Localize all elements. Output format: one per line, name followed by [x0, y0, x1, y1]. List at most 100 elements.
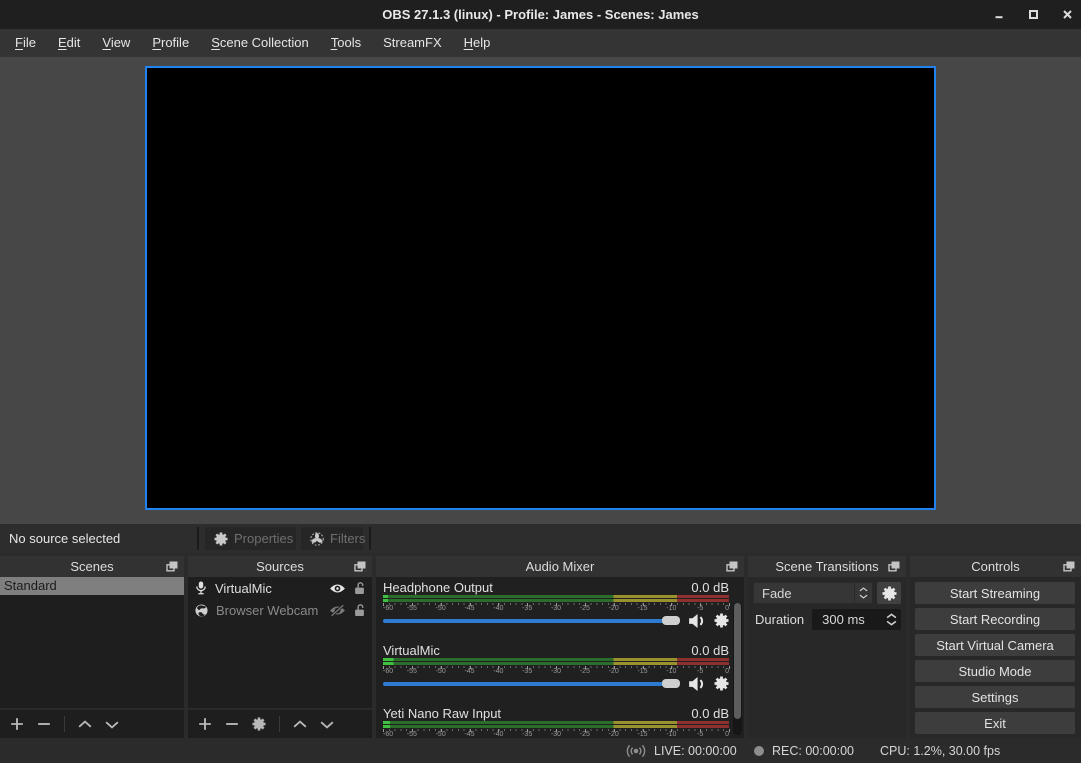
popout-icon[interactable]: [354, 561, 366, 572]
add-source-button[interactable]: [198, 717, 212, 731]
scene-down-button[interactable]: [105, 720, 119, 729]
meter-tick-label: -50: [436, 731, 446, 738]
start-virtual-camera-button[interactable]: Start Virtual Camera: [915, 634, 1075, 656]
meter-tick-label: -10: [666, 731, 676, 738]
live-time: LIVE: 00:00:00: [654, 744, 737, 758]
meter-tick-label: -5: [697, 605, 703, 612]
filters-button[interactable]: Filters: [301, 527, 363, 550]
minimize-button[interactable]: [993, 9, 1005, 21]
volume-slider[interactable]: [383, 616, 680, 625]
transition-select[interactable]: Fade: [753, 582, 873, 604]
filters-icon: [310, 532, 324, 546]
popout-icon[interactable]: [1063, 561, 1075, 572]
visibility-eye-slash-icon[interactable]: [329, 604, 346, 617]
menu-profile[interactable]: Profile: [141, 29, 200, 57]
channel-gear-icon[interactable]: [714, 676, 729, 691]
duration-label: Duration: [753, 612, 808, 627]
meter-tick: [729, 729, 730, 732]
unlock-icon[interactable]: [354, 604, 365, 617]
menu-scene-collection[interactable]: Scene Collection: [200, 29, 320, 57]
scenes-title: Scenes: [70, 559, 113, 574]
scrollbar-thumb[interactable]: [734, 603, 741, 719]
duration-spinbox[interactable]: 300 ms: [812, 609, 901, 630]
properties-button[interactable]: Properties: [205, 527, 296, 550]
source-up-button[interactable]: [293, 720, 307, 729]
menu-tools[interactable]: Tools: [320, 29, 372, 57]
spinbox-arrows-icon[interactable]: [883, 613, 901, 626]
meter-tick-label: -60: [383, 731, 393, 738]
exit-button[interactable]: Exit: [915, 712, 1075, 734]
channel-name: Headphone Output: [383, 580, 493, 595]
meter-tick-label: -30: [551, 731, 561, 738]
source-down-button[interactable]: [320, 720, 334, 729]
combo-spinner-icon[interactable]: [854, 583, 872, 603]
meter-tick-label: -15: [637, 731, 647, 738]
transition-properties-button[interactable]: [877, 582, 901, 604]
channel-name: Yeti Nano Raw Input: [383, 706, 501, 721]
channel-gear-icon[interactable]: [714, 613, 729, 628]
volume-slider-handle[interactable]: [662, 679, 680, 688]
studio-mode-button[interactable]: Studio Mode: [915, 660, 1075, 682]
sources-dock: Sources VirtualMic: [188, 556, 372, 738]
remove-scene-button[interactable]: [37, 717, 51, 731]
volume-slider-handle[interactable]: [662, 616, 680, 625]
scene-item-standard[interactable]: Standard: [0, 577, 184, 595]
source-row-browser-webcam[interactable]: Browser Webcam: [188, 599, 372, 621]
remove-source-button[interactable]: [225, 717, 239, 731]
menu-help[interactable]: Help: [453, 29, 502, 57]
sources-dock-header[interactable]: Sources: [188, 556, 372, 577]
meter-tick-label: -60: [383, 668, 393, 675]
audio-mixer-dock: Audio Mixer Headphone Output 0.0 dB -60 -…: [376, 556, 744, 738]
meter-tick-label: -30: [551, 668, 561, 675]
meter-tick-label: -20: [609, 731, 619, 738]
scenes-toolbar: [0, 708, 184, 738]
meter-tick-label: -45: [464, 668, 474, 675]
speaker-icon[interactable]: [688, 613, 706, 629]
add-scene-button[interactable]: [10, 717, 24, 731]
speaker-icon[interactable]: [688, 676, 706, 692]
toolbar-separator: [369, 527, 371, 550]
mixer-dock-header[interactable]: Audio Mixer: [376, 556, 744, 577]
popout-icon[interactable]: [166, 561, 178, 572]
source-name: VirtualMic: [215, 581, 321, 596]
scene-transitions-dock: Scene Transitions Fade: [748, 556, 906, 738]
source-properties-gear-icon[interactable]: [252, 717, 266, 731]
meter-tick-label: 0: [725, 731, 729, 738]
controls-dock-header[interactable]: Controls: [910, 556, 1081, 577]
visibility-eye-icon[interactable]: [329, 582, 346, 595]
mixer-scrollbar[interactable]: [733, 603, 742, 735]
scenes-dock-header[interactable]: Scenes: [0, 556, 184, 577]
menu-streamfx[interactable]: StreamFX: [372, 29, 453, 57]
sources-list: VirtualMic Browser Webcam: [188, 577, 372, 708]
menu-edit[interactable]: Edit: [47, 29, 91, 57]
meter-tick-label: -40: [493, 731, 503, 738]
start-streaming-button[interactable]: Start Streaming: [915, 582, 1075, 604]
popout-icon[interactable]: [726, 561, 738, 572]
toolbar-separator: [64, 716, 65, 732]
meter-tick: [729, 666, 730, 669]
source-row-virtualmic[interactable]: VirtualMic: [188, 577, 372, 599]
meter-tick-label: -25: [580, 731, 590, 738]
menu-file[interactable]: File: [4, 29, 47, 57]
settings-button[interactable]: Settings: [915, 686, 1075, 708]
channel-db-value: 0.0 dB: [691, 580, 729, 595]
start-recording-button[interactable]: Start Recording: [915, 608, 1075, 630]
meter-tick-label: -35: [522, 668, 532, 675]
unlock-icon[interactable]: [354, 582, 365, 595]
volume-meter: -60-55-50-45-40-35-30-25-20-15-10-50: [383, 721, 729, 736]
channel-name: VirtualMic: [383, 643, 440, 658]
volume-slider[interactable]: [383, 679, 680, 688]
popout-icon[interactable]: [888, 561, 900, 572]
menu-view[interactable]: View: [91, 29, 141, 57]
program-preview-canvas[interactable]: [145, 66, 936, 510]
close-button[interactable]: [1061, 9, 1073, 21]
toolbar-separator: [279, 716, 280, 732]
transitions-dock-header[interactable]: Scene Transitions: [748, 556, 906, 577]
rec-status: REC: 00:00:00: [753, 738, 854, 763]
obs-window: { "window": { "title": "OBS 27.1.3 (linu…: [0, 0, 1081, 763]
scene-up-button[interactable]: [78, 720, 92, 729]
maximize-button[interactable]: [1027, 9, 1039, 21]
mixer-title: Audio Mixer: [526, 559, 595, 574]
record-dot-icon: [753, 745, 765, 757]
meter-tick-label: -10: [666, 605, 676, 612]
